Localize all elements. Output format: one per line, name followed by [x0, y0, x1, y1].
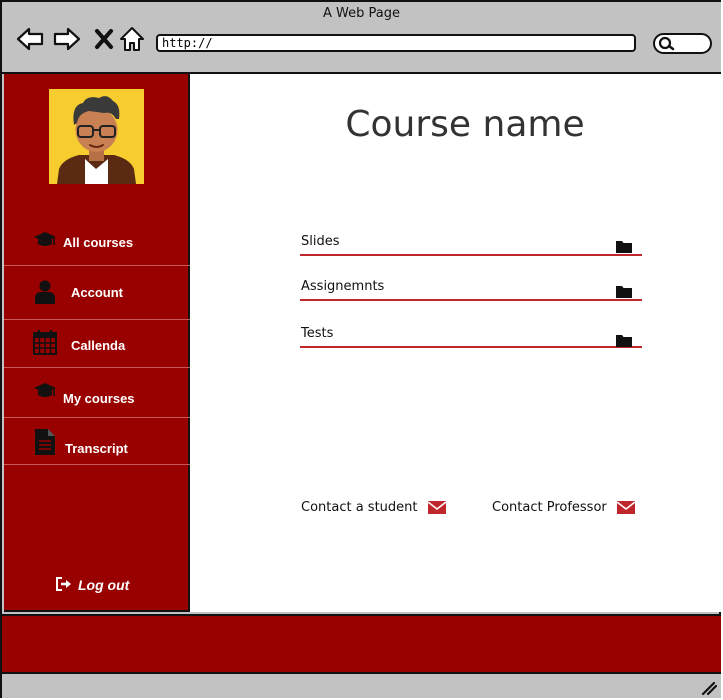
- url-field[interactable]: http://: [156, 34, 636, 52]
- home-icon: [120, 27, 144, 51]
- sidebar-item-calendar[interactable]: Callenda: [4, 329, 190, 367]
- user-avatar-icon: [49, 89, 144, 184]
- search-icon: [658, 36, 675, 51]
- sidebar-item-label: Transcript: [65, 441, 128, 456]
- stop-button[interactable]: [90, 24, 118, 54]
- browser-toolbar: A Web Page http://: [2, 2, 721, 74]
- close-icon: [95, 29, 113, 49]
- section-label: Tests: [301, 326, 334, 341]
- folder-icon[interactable]: [616, 332, 632, 351]
- resize-grip-icon[interactable]: [701, 681, 717, 695]
- footer-bar: [2, 614, 721, 674]
- divider: [4, 417, 190, 418]
- browser-search-field[interactable]: [653, 33, 712, 54]
- contact-student-link[interactable]: Contact a student: [301, 500, 446, 515]
- sign-out-icon: [56, 577, 71, 591]
- sidebar: All courses Account Callenda My courses …: [4, 74, 190, 612]
- divider: [4, 367, 190, 368]
- browser-window: A Web Page http:// All courses Account C…: [0, 0, 721, 698]
- graduation-cap-icon: [33, 231, 57, 252]
- section-row-tests[interactable]: Tests: [300, 322, 642, 348]
- sidebar-item-transcript[interactable]: Transcript: [4, 427, 190, 465]
- contact-professor-label: Contact Professor: [492, 500, 607, 515]
- section-label: Slides: [301, 234, 340, 249]
- section-label: Assignemnts: [301, 279, 385, 294]
- sidebar-item-all-courses[interactable]: All courses: [4, 228, 190, 266]
- divider: [4, 319, 190, 320]
- sidebar-item-label: All courses: [63, 235, 134, 250]
- home-button[interactable]: [118, 24, 146, 54]
- divider: [4, 265, 190, 266]
- sidebar-item-my-courses[interactable]: My courses: [4, 379, 190, 417]
- logout-button[interactable]: Log out: [56, 577, 129, 593]
- contact-student-label: Contact a student: [301, 500, 418, 515]
- contact-professor-link[interactable]: Contact Professor: [492, 500, 635, 515]
- section-row-slides[interactable]: Slides: [300, 230, 642, 256]
- avatar: [49, 89, 144, 184]
- sidebar-item-account[interactable]: Account: [4, 276, 190, 316]
- logout-label: Log out: [78, 577, 130, 593]
- envelope-icon: [427, 501, 446, 514]
- calendar-icon: [33, 329, 57, 358]
- sidebar-item-label: Account: [71, 285, 123, 300]
- forward-button[interactable]: [53, 24, 81, 54]
- graduation-cap-icon: [33, 382, 57, 403]
- section-row-assignments[interactable]: Assignemnts: [300, 275, 642, 301]
- user-icon: [35, 280, 55, 307]
- divider: [4, 464, 190, 465]
- main-content: Course name Slides Assignemnts Tests Con…: [190, 74, 721, 612]
- back-button[interactable]: [16, 24, 44, 54]
- envelope-icon: [616, 501, 635, 514]
- arrow-right-icon: [53, 27, 81, 51]
- folder-icon[interactable]: [616, 238, 632, 257]
- status-bar: [2, 674, 721, 698]
- arrow-left-icon: [16, 27, 44, 51]
- window-title: A Web Page: [323, 6, 400, 21]
- document-icon: [35, 429, 55, 458]
- sidebar-item-label: My courses: [63, 391, 135, 406]
- page-title: Course name: [345, 104, 585, 145]
- sidebar-item-label: Callenda: [71, 338, 126, 353]
- folder-icon[interactable]: [616, 283, 632, 302]
